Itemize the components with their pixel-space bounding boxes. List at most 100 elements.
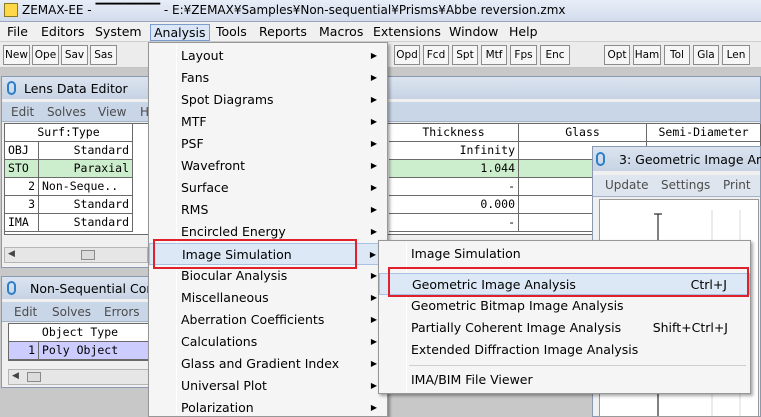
surf-thickness[interactable]: 0.000 bbox=[389, 196, 519, 214]
scroll-left-icon[interactable]: ◀ bbox=[12, 371, 19, 381]
col-header-thickness[interactable]: Thickness bbox=[389, 124, 519, 142]
menu-item-fans[interactable]: Fans ▶ bbox=[149, 67, 387, 89]
toolbar-enc-button[interactable]: Enc bbox=[540, 45, 570, 65]
toolbar-ham-button[interactable]: Ham bbox=[633, 45, 661, 65]
menu-item-surface[interactable]: Surface ▶ bbox=[149, 177, 387, 199]
geo-window-menubar: Update Settings Print bbox=[593, 175, 760, 197]
col-header-surf-type[interactable]: Surf:Type bbox=[5, 124, 133, 142]
menu-analysis[interactable]: Analysis bbox=[150, 24, 210, 41]
submenu-item-geometric-bitmap-image-analysis[interactable]: Geometric Bitmap Image Analysis bbox=[379, 295, 750, 317]
toolbar-mtf-button[interactable]: Mtf bbox=[481, 45, 507, 65]
menu-item-spot-diagrams[interactable]: Spot Diagrams ▶ bbox=[149, 89, 387, 111]
surf-type[interactable]: Standard bbox=[39, 142, 133, 160]
lens-editor-icon bbox=[7, 81, 16, 95]
toolbar-tol-button[interactable]: Tol bbox=[664, 45, 690, 65]
scroll-thumb[interactable] bbox=[27, 372, 41, 382]
toolbar-opt-button[interactable]: Opt bbox=[604, 45, 630, 65]
col-header-glass[interactable]: Glass bbox=[519, 124, 647, 142]
surf-type[interactable]: Standard bbox=[39, 214, 133, 232]
geo-menu-settings[interactable]: Settings bbox=[661, 178, 710, 192]
nsc-editor-menu-solves[interactable]: Solves bbox=[52, 305, 91, 319]
nsc-editor-hscrollbar[interactable]: ◀ bbox=[8, 369, 150, 385]
menu-tools[interactable]: Tools bbox=[213, 24, 250, 41]
submenu-arrow-icon: ▶ bbox=[370, 315, 377, 324]
submenu-arrow-icon: ▶ bbox=[370, 73, 377, 82]
menu-item-wavefront[interactable]: Wavefront ▶ bbox=[149, 155, 387, 177]
scroll-thumb[interactable] bbox=[81, 250, 95, 260]
annotation-box-image-simulation bbox=[153, 239, 357, 269]
menu-item-layout[interactable]: Layout ▶ bbox=[149, 45, 387, 67]
menu-item-psf[interactable]: PSF ▶ bbox=[149, 133, 387, 155]
surf-number: 3 bbox=[5, 196, 39, 214]
submenu-item-extended-diffraction-image-analysis[interactable]: Extended Diffraction Image Analysis bbox=[379, 339, 750, 361]
scroll-left-icon[interactable]: ◀ bbox=[8, 249, 15, 259]
geo-window-caption[interactable]: 3: Geometric Image Ana bbox=[593, 147, 761, 171]
menu-reports[interactable]: Reports bbox=[256, 24, 310, 41]
nsc-editor-menu-errors[interactable]: Errors bbox=[104, 305, 140, 319]
lens-editor-menu-view[interactable]: View bbox=[98, 105, 126, 119]
object-number: 1 bbox=[9, 342, 39, 360]
surf-thickness[interactable]: 1.044 bbox=[389, 160, 519, 178]
toolbar-spt-button[interactable]: Spt bbox=[452, 45, 478, 65]
menu-item-calculations[interactable]: Calculations ▶ bbox=[149, 331, 387, 353]
surf-number: 2 bbox=[5, 178, 39, 196]
nsc-editor-title: Non-Sequential Com bbox=[30, 281, 159, 296]
menu-item-mtf[interactable]: MTF ▶ bbox=[149, 111, 387, 133]
app-icon bbox=[4, 3, 18, 17]
shortcut-label: Shift+Ctrl+J bbox=[652, 320, 728, 335]
menu-item-universal-plot[interactable]: Universal Plot ▶ bbox=[149, 375, 387, 397]
submenu-arrow-icon: ▶ bbox=[370, 205, 377, 214]
geo-menu-print[interactable]: Print bbox=[723, 178, 751, 192]
menu-system[interactable]: System bbox=[92, 24, 145, 41]
submenu-item-ima-bim-file-viewer[interactable]: IMA/BIM File Viewer bbox=[379, 369, 750, 391]
menu-help[interactable]: Help bbox=[506, 24, 541, 41]
submenu-arrow-icon: ▶ bbox=[370, 161, 377, 170]
nsc-editor-caption[interactable]: Non-Sequential Com bbox=[2, 277, 159, 299]
submenu-item-image-simulation[interactable]: Image Simulation bbox=[379, 243, 750, 265]
lens-editor-menu-solves[interactable]: Solves bbox=[47, 105, 86, 119]
surf-thickness[interactable]: Infinity bbox=[389, 142, 519, 160]
menu-extensions[interactable]: Extensions bbox=[370, 24, 444, 41]
surf-number: STO bbox=[5, 160, 39, 178]
toolbar-fcd-button[interactable]: Fcd bbox=[423, 45, 449, 65]
toolbar-new-button[interactable]: New bbox=[3, 45, 30, 65]
toolbar-open-button[interactable]: Ope bbox=[32, 45, 59, 65]
menu-editors[interactable]: Editors bbox=[38, 24, 88, 41]
toolbar-len-button[interactable]: Len bbox=[722, 45, 750, 65]
lens-editor-title: Lens Data Editor bbox=[24, 81, 128, 96]
menu-macros[interactable]: Macros bbox=[316, 24, 366, 41]
col-header-semi-diameter[interactable]: Semi-Diameter bbox=[647, 124, 761, 142]
menu-file[interactable]: File bbox=[4, 24, 31, 41]
menu-item-aberration-coefficients[interactable]: Aberration Coefficients ▶ bbox=[149, 309, 387, 331]
toolbar-fps-button[interactable]: Fps bbox=[510, 45, 537, 65]
toolbar-opd-button[interactable]: Opd bbox=[394, 45, 420, 65]
submenu-item-partially-coherent-image-analysis[interactable]: Partially Coherent Image Analysis Shift+C… bbox=[379, 317, 750, 339]
submenu-arrow-icon: ▶ bbox=[370, 51, 377, 60]
surf-type[interactable]: Non-Seque.. bbox=[39, 178, 133, 196]
image-simulation-submenu: Image Simulation Geometric Image Analysi… bbox=[378, 240, 751, 394]
geo-window-icon bbox=[596, 152, 605, 166]
toolbar-save-button[interactable]: Sav bbox=[61, 45, 88, 65]
nsc-editor-menu-edit[interactable]: Edit bbox=[14, 305, 37, 319]
toolbar-saveas-button[interactable]: Sas bbox=[90, 45, 117, 65]
col-header-object-type[interactable]: Object Type bbox=[9, 324, 151, 342]
submenu-arrow-icon: ▶ bbox=[370, 117, 377, 126]
surf-type[interactable]: Paraxial bbox=[39, 160, 133, 178]
surf-thickness[interactable]: - bbox=[389, 178, 519, 196]
menu-item-glass-gradient-index[interactable]: Glass and Gradient Index ▶ bbox=[149, 353, 387, 375]
nsc-editor-window[interactable]: Non-Sequential Com Edit Solves Errors Ob… bbox=[1, 276, 159, 388]
submenu-arrow-icon: ▶ bbox=[370, 403, 377, 412]
nsc-editor-icon bbox=[7, 281, 16, 295]
surf-type[interactable]: Standard bbox=[39, 196, 133, 214]
menu-item-polarization[interactable]: Polarization ▶ bbox=[149, 397, 387, 417]
lens-editor-menu-edit[interactable]: Edit bbox=[11, 105, 34, 119]
menu-window[interactable]: Window bbox=[446, 24, 501, 41]
geo-menu-update[interactable]: Update bbox=[605, 178, 648, 192]
menu-item-miscellaneous[interactable]: Miscellaneous ▶ bbox=[149, 287, 387, 309]
menu-bar: File Editors System Analysis Tools Repor… bbox=[0, 22, 761, 42]
object-type[interactable]: Poly Object bbox=[39, 342, 151, 360]
surf-thickness[interactable]: - bbox=[389, 214, 519, 232]
lens-editor-hscrollbar[interactable]: ◀ bbox=[4, 247, 148, 263]
menu-item-rms[interactable]: RMS ▶ bbox=[149, 199, 387, 221]
toolbar-gla-button[interactable]: Gla bbox=[693, 45, 719, 65]
